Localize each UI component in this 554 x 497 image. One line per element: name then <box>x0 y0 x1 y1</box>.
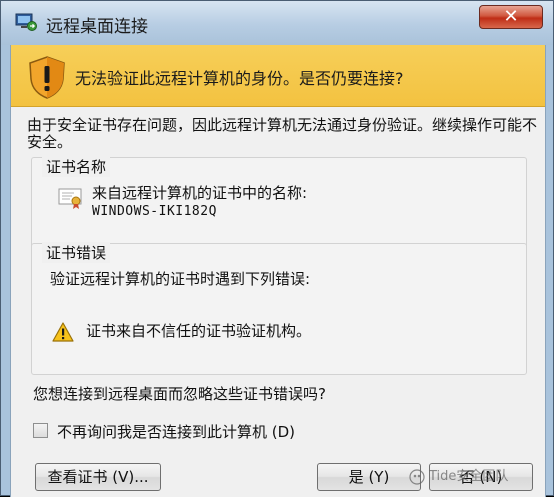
certificate-name-label: 来自远程计算机的证书中的名称: <box>92 184 308 202</box>
banner-message: 无法验证此远程计算机的身份。是否仍要连接? <box>75 69 404 88</box>
description-text: 由于安全证书存在问题，因此远程计算机无法通过身份验证。继续操作可能不安全。 <box>27 116 538 151</box>
warning-icon <box>52 322 74 342</box>
confirm-question: 您想连接到远程桌面而忽略这些证书错误吗? <box>33 385 326 403</box>
certificate-errors-label: 验证远程计算机的证书时遇到下列错误: <box>50 270 311 288</box>
title-bar[interactable]: 远程桌面连接 ✕ <box>1 1 553 45</box>
certificate-error-item: 证书来自不信任的证书验证机构。 <box>86 322 312 340</box>
remote-desktop-dialog: 远程桌面连接 ✕ 无法验证此远程计算机的身份。是否仍要连接? 由于安全证书存在问… <box>0 0 554 497</box>
certificate-name-value: WINDOWS-IKI182Q <box>92 204 217 219</box>
window-title: 远程桌面连接 <box>46 17 148 37</box>
dont-ask-again-checkbox[interactable] <box>33 423 48 438</box>
close-button[interactable]: ✕ <box>479 5 543 29</box>
dont-ask-again-label[interactable]: 不再询问我是否连接到此计算机 (D) <box>57 421 295 442</box>
warning-banner: 无法验证此远程计算机的身份。是否仍要连接? <box>11 45 545 107</box>
certificate-errors-legend: 证书错误 <box>42 242 111 263</box>
certificate-name-legend: 证书名称 <box>42 156 111 177</box>
yes-button[interactable]: 是 (Y) <box>317 463 421 491</box>
certificate-errors-group: 证书错误 验证远程计算机的证书时遇到下列错误: 证书来自不信任的证书验证机构。 <box>31 242 527 375</box>
watermark-logo-icon <box>409 469 425 485</box>
dialog-content: 无法验证此远程计算机的身份。是否仍要连接? 由于安全证书存在问题，因此远程计算机… <box>10 45 546 497</box>
close-icon: ✕ <box>503 6 519 27</box>
certificate-icon <box>58 188 82 209</box>
view-certificate-button[interactable]: 查看证书 (V)... <box>35 463 161 491</box>
watermark-text: Tide安全团队 <box>429 469 509 484</box>
remote-desktop-icon <box>15 13 37 31</box>
security-shield-icon <box>29 56 65 99</box>
